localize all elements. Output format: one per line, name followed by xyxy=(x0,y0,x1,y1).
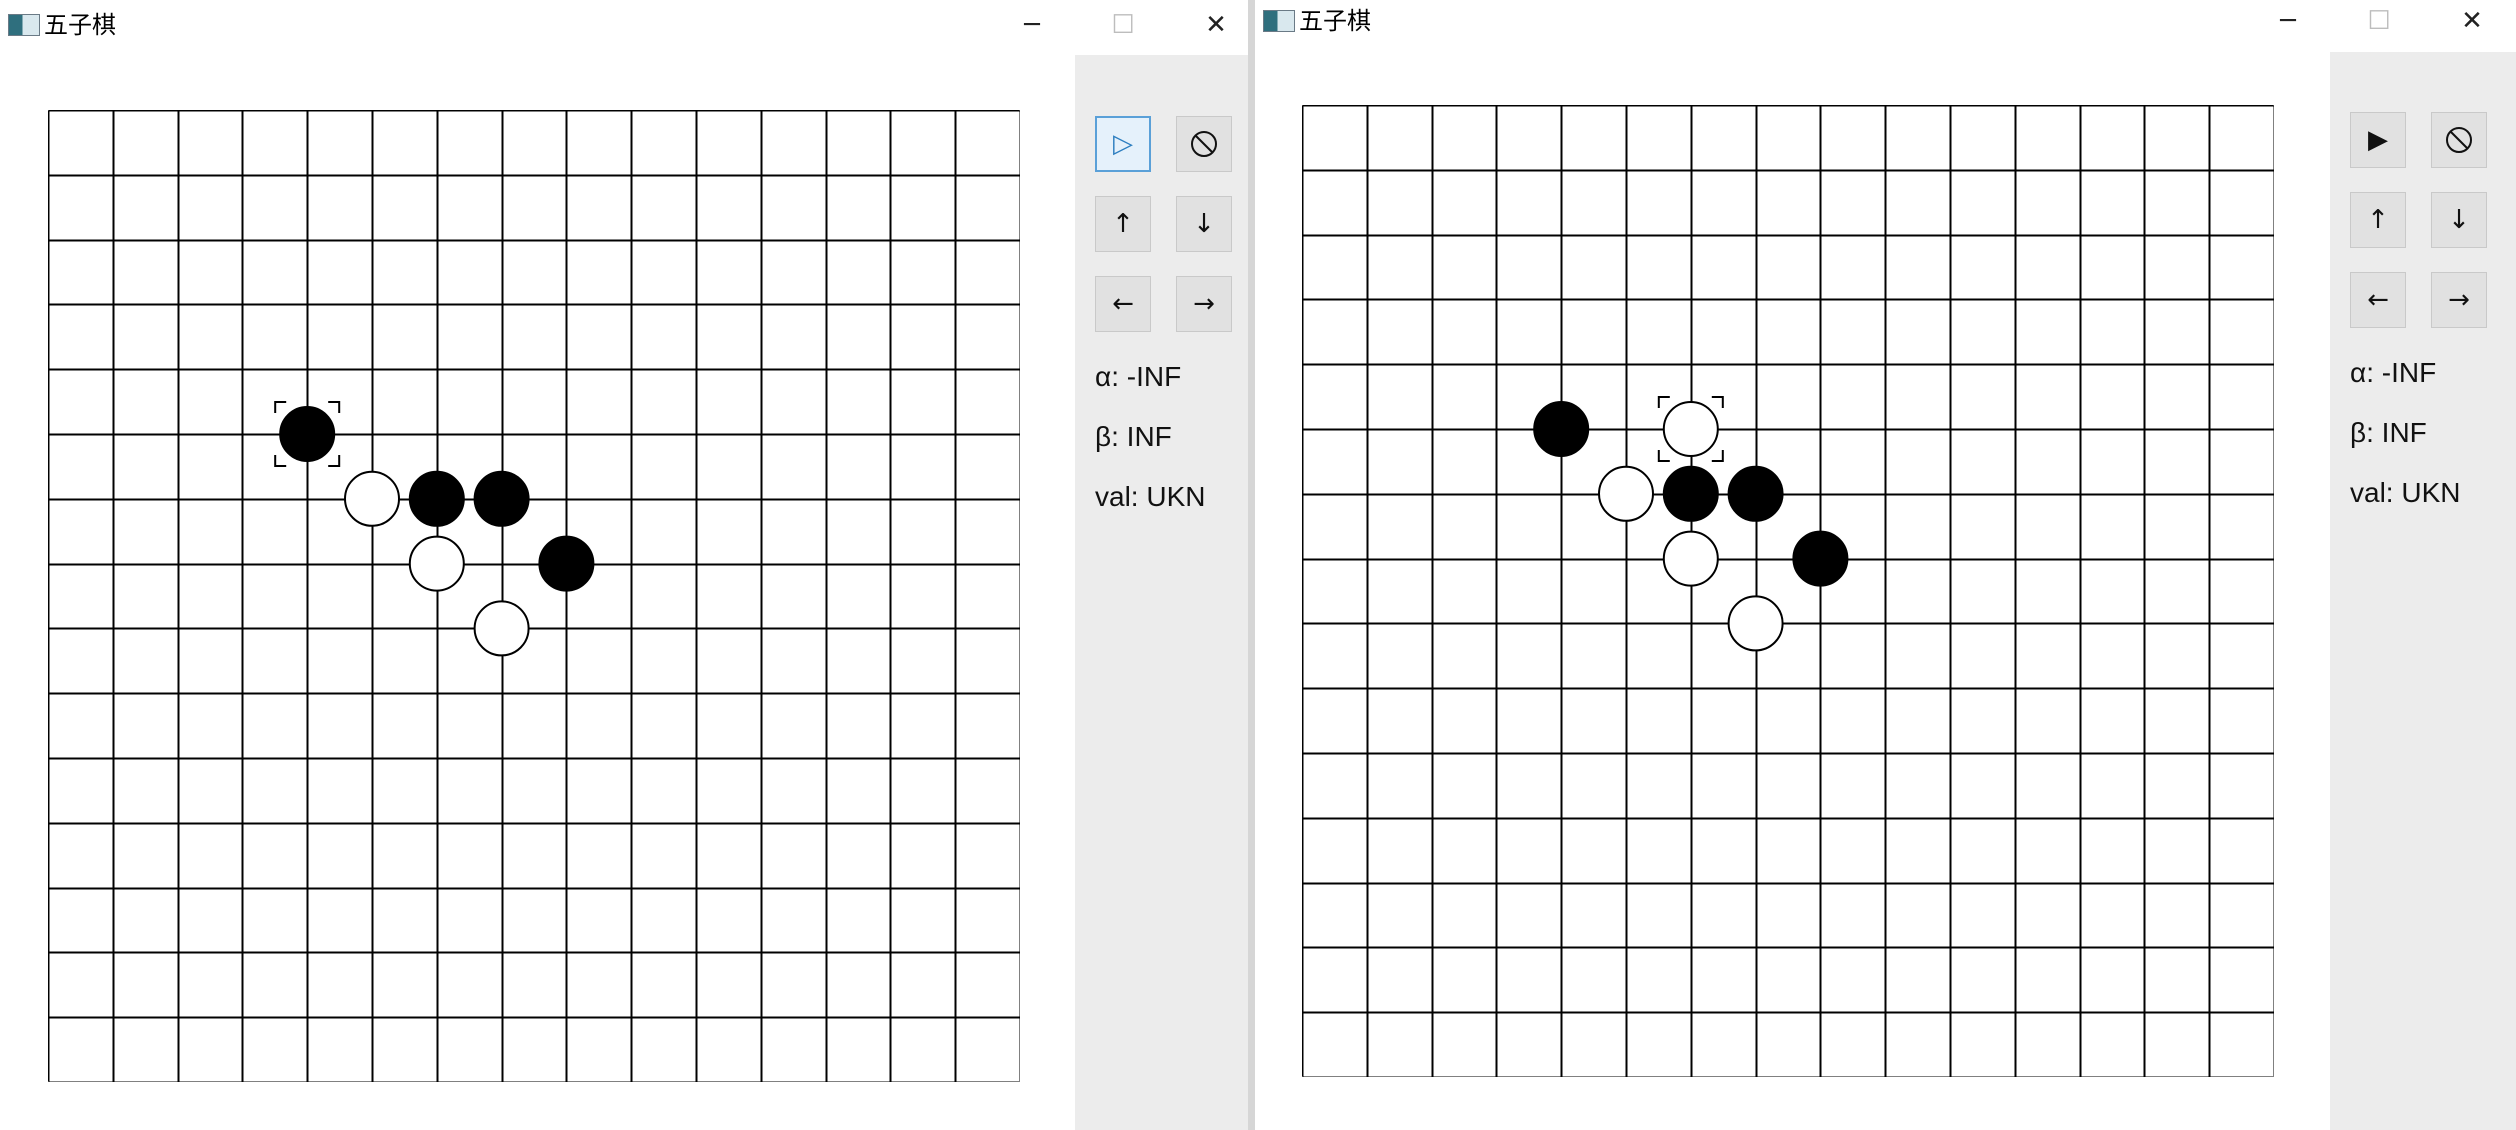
maximize-button[interactable]: ☐ xyxy=(1101,8,1145,42)
play-outline-icon: ▷ xyxy=(1113,129,1133,159)
right-button[interactable]: → xyxy=(1176,276,1232,332)
white-stone xyxy=(408,535,465,592)
arrow-right-icon: → xyxy=(1193,289,1215,319)
white-stone xyxy=(344,470,400,527)
alpha-value: α: -INF xyxy=(1095,361,1182,392)
minimize-button[interactable]: ─ xyxy=(2266,4,2310,38)
black-stone xyxy=(1662,465,1719,522)
eval-value: val: UKN xyxy=(2350,477,2461,508)
gomoku-window-1: 五子棋 ─ ☐ ✕ ▷ ↑ ↓ ← → α: -INF β: INF val: … xyxy=(0,0,1248,1130)
black-stone xyxy=(538,535,595,592)
down-button[interactable]: ↓ xyxy=(1176,196,1232,252)
right-button[interactable]: → xyxy=(2431,272,2487,328)
white-stone xyxy=(1727,595,1784,652)
black-stone xyxy=(1727,465,1784,522)
game-board[interactable] xyxy=(47,109,1022,1084)
app-icon xyxy=(8,14,40,36)
prohibited-icon xyxy=(2444,125,2474,155)
arrow-up-icon: ↑ xyxy=(2367,205,2389,235)
up-button[interactable]: ↑ xyxy=(1095,196,1151,252)
black-stone xyxy=(473,470,530,527)
white-stone xyxy=(1598,465,1654,522)
eval-value: val: UKN xyxy=(1095,481,1206,512)
arrow-left-icon: ← xyxy=(1112,289,1134,319)
minimize-button[interactable]: ─ xyxy=(1010,8,1054,42)
maximize-button[interactable]: ☐ xyxy=(2357,4,2401,38)
play-button[interactable]: ▶ xyxy=(2350,112,2406,168)
down-button[interactable]: ↓ xyxy=(2431,192,2487,248)
black-stone xyxy=(1792,530,1849,587)
white-stone xyxy=(1662,530,1719,587)
black-stone xyxy=(279,406,336,462)
arrow-right-icon: → xyxy=(2448,285,2470,315)
control-panel: ▷ ↑ ↓ ← → α: -INF β: INF val: UKN xyxy=(1075,55,1248,1130)
stop-button[interactable] xyxy=(2431,112,2487,168)
prohibited-icon xyxy=(1189,129,1219,159)
title-bar[interactable]: 五子棋 ─ ☐ ✕ xyxy=(1255,0,2516,50)
arrow-left-icon: ← xyxy=(2367,285,2389,315)
beta-value: β: INF xyxy=(2350,417,2427,448)
white-stone xyxy=(1662,401,1719,457)
stop-button[interactable] xyxy=(1176,116,1232,172)
black-stone xyxy=(408,470,465,527)
up-button[interactable]: ↑ xyxy=(2350,192,2406,248)
arrow-down-icon: ↓ xyxy=(2448,205,2470,235)
close-button[interactable]: ✕ xyxy=(1194,8,1238,42)
arrow-up-icon: ↑ xyxy=(1112,209,1134,239)
window-title: 五子棋 xyxy=(44,11,116,39)
white-stone xyxy=(473,600,530,657)
left-button[interactable]: ← xyxy=(2350,272,2406,328)
board-svg[interactable] xyxy=(47,109,1022,1084)
window-title: 五子棋 xyxy=(1299,7,1371,35)
black-stone xyxy=(1533,401,1590,457)
game-board[interactable] xyxy=(1301,104,2276,1079)
play-filled-icon: ▶ xyxy=(2368,125,2388,155)
arrow-down-icon: ↓ xyxy=(1193,209,1215,239)
play-button[interactable]: ▷ xyxy=(1095,116,1151,172)
app-icon xyxy=(1263,10,1295,32)
beta-value: β: INF xyxy=(1095,421,1172,452)
left-button[interactable]: ← xyxy=(1095,276,1151,332)
close-button[interactable]: ✕ xyxy=(2450,4,2494,38)
alpha-value: α: -INF xyxy=(2350,357,2437,388)
control-panel: ▶ ↑ ↓ ← → α: -INF β: INF val: UKN xyxy=(2330,52,2516,1130)
window-gap xyxy=(1248,0,1255,1130)
board-svg[interactable] xyxy=(1301,104,2276,1079)
title-bar[interactable]: 五子棋 ─ ☐ ✕ xyxy=(0,0,1248,50)
gomoku-window-2: 五子棋 ─ ☐ ✕ ▶ ↑ ↓ ← → α: -INF β: INF val: … xyxy=(1255,0,2516,1130)
